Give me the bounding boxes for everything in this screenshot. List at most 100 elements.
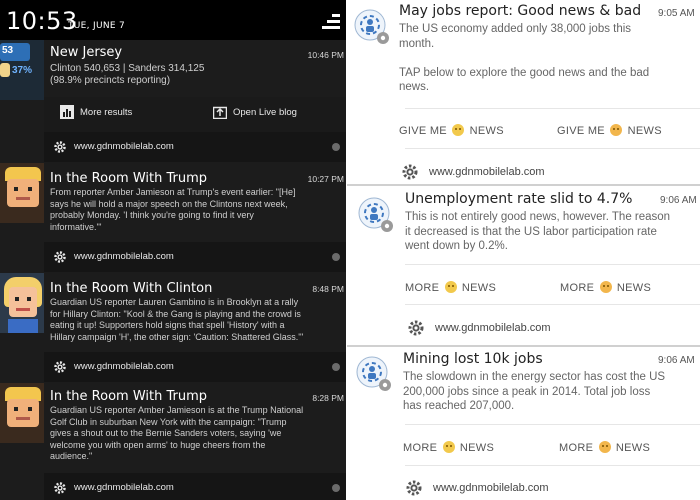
gear-icon[interactable] (401, 163, 419, 181)
notification-title: In the Room With Trump (50, 389, 208, 404)
smile-emoji-icon (444, 281, 457, 293)
body-line: informative.'" (50, 221, 102, 232)
notification-body: The US economy added only 38,000 jobs th… (399, 22, 697, 95)
body-line: for Hillary Clinton: "Kool & the Gang is… (50, 308, 301, 319)
notification-card[interactable]: In the Room With Clinton 8:48 PM Guardia… (0, 273, 346, 353)
body-line: news. (399, 81, 430, 93)
button-label: MORE (559, 442, 594, 454)
notification-body: Clinton 540,653 | Sanders 314,125 (98.9%… (50, 63, 342, 87)
body-line: audience." (50, 451, 93, 461)
app-logo-icon (356, 356, 391, 391)
date: TUE, JUNE 7 (68, 21, 126, 31)
body-line: Guardian US reporter Amber Jamieson is a… (50, 405, 304, 415)
site-url: www.gdnmobilelab.com (74, 482, 174, 493)
button-label: NEWS (616, 282, 652, 294)
divider (405, 424, 700, 425)
site-url: www.gdnmobilelab.com (74, 361, 174, 372)
results-badge-icon: 53 37% (0, 40, 44, 100)
site-url: www.gdnmobilelab.com (74, 251, 174, 262)
clear-all-icon[interactable] (322, 14, 340, 30)
button-label: GIVE ME (557, 125, 605, 137)
body-line: gives a shout out to the Bernie Sanders … (50, 428, 282, 438)
notification-time: 10:27 PM (307, 174, 344, 184)
notification-footer[interactable]: www.gdnmobilelab.com (44, 132, 346, 162)
frown-emoji-icon (610, 124, 623, 136)
good-news-button[interactable]: GIVE ME NEWS (399, 124, 504, 137)
smile-emoji-icon (452, 124, 465, 136)
body-line: Guardian US reporter Lauren Gambino is i… (50, 297, 299, 307)
button-label: MORE (403, 442, 438, 454)
body-line: Hillary campaign 'H', the other sign: 'C… (50, 331, 304, 342)
clinton-avatar-icon (0, 273, 44, 333)
notification-body: The slowdown in the energy sector has co… (403, 370, 700, 414)
site-url: www.gdnmobilelab.com (74, 141, 174, 152)
gear-icon[interactable] (53, 140, 67, 154)
bad-news-button[interactable]: GIVE ME NEWS (557, 124, 662, 137)
body-line: welcome you with open arms' to huge chee… (50, 439, 266, 450)
notification-body: This is not entirely good news, however.… (405, 210, 700, 254)
body-line: went down by 0.2%. (405, 240, 508, 252)
status-bar: 10:53 TUE, JUNE 7 (0, 0, 346, 40)
smile-emoji-icon (442, 441, 455, 453)
notification-title: New Jersey (50, 45, 123, 60)
trump-avatar-icon (0, 383, 44, 443)
gear-icon[interactable] (53, 481, 67, 495)
site-url: www.gdnmobilelab.com (435, 322, 551, 334)
notification-title: In the Room With Clinton (50, 281, 213, 296)
more-good-news-button[interactable]: MORE NEWS (405, 281, 496, 294)
body-line: The US economy added only 38,000 jobs th… (399, 23, 632, 35)
notification-body: Guardian US reporter Amber Jamieson is a… (50, 405, 342, 463)
gear-icon[interactable] (53, 250, 67, 264)
body-line: TAP below to explore the good news and t… (399, 66, 650, 79)
notification-card[interactable]: Mining lost 10k jobs 9:06 AM The slowdow… (347, 347, 700, 500)
body-line: says he will hold a major speech on the … (50, 198, 288, 209)
body-line: it decreased is that the US labor partic… (405, 225, 657, 238)
button-label: NEWS (615, 442, 651, 454)
notification-time: 10:46 PM (307, 50, 344, 60)
more-good-news-button[interactable]: MORE NEWS (403, 441, 494, 454)
divider (405, 148, 700, 149)
notification-title: May jobs report: Good news & bad (399, 3, 642, 19)
button-label: NEWS (627, 125, 662, 137)
notification-card[interactable]: Unemployment rate slid to 4.7% 9:06 AM T… (347, 186, 700, 346)
notification-time: 9:06 AM (660, 195, 697, 206)
notification-footer[interactable]: www.gdnmobilelab.com (44, 242, 346, 272)
body-line: Clinton 540,653 | Sanders 314,125 (50, 63, 205, 74)
app-logo-icon (354, 9, 389, 44)
notification-card[interactable]: In the Room With Trump 10:27 PM From rep… (0, 163, 346, 243)
bar-chart-icon (60, 105, 74, 119)
open-live-blog-button[interactable]: Open Live blog (213, 106, 297, 119)
body-line: probably Monday. 'I think you're going t… (50, 210, 254, 220)
more-bad-news-button[interactable]: MORE NEWS (559, 441, 650, 454)
trump-avatar-icon (0, 163, 44, 223)
divider (405, 465, 700, 466)
notification-footer[interactable]: www.gdnmobilelab.com (44, 352, 346, 382)
notification-footer[interactable]: www.gdnmobilelab.com (44, 473, 346, 500)
notification-card[interactable]: May jobs report: Good news & bad 9:05 AM… (347, 0, 700, 185)
app-dot-icon (332, 363, 340, 371)
notification-time: 9:06 AM (658, 355, 695, 366)
notification-card[interactable]: In the Room With Trump 8:28 PM Guardian … (0, 383, 346, 473)
gear-icon[interactable] (405, 479, 423, 497)
badge-percent: 37% (12, 65, 33, 76)
more-results-button[interactable]: More results (60, 105, 133, 119)
app-dot-icon (332, 253, 340, 261)
app-logo-icon (358, 197, 393, 232)
site-url: www.gdnmobilelab.com (429, 166, 545, 178)
notification-title: Mining lost 10k jobs (403, 351, 543, 367)
more-results-label: More results (80, 107, 133, 118)
gear-icon[interactable] (407, 319, 425, 337)
divider (405, 108, 700, 109)
button-label: MORE (405, 282, 440, 294)
body-line: Golf Club in suburban New York with the … (50, 416, 287, 427)
more-bad-news-button[interactable]: MORE NEWS (560, 281, 651, 294)
app-dot-icon (332, 484, 340, 492)
open-external-icon (213, 106, 227, 119)
notification-title: Unemployment rate slid to 4.7% (405, 191, 633, 207)
light-notification-list: May jobs report: Good news & bad 9:05 AM… (347, 0, 700, 500)
notification-body: From reporter Amber Jamieson at Trump's … (50, 187, 342, 233)
body-line: (98.9% precincts reporting) (50, 75, 171, 86)
button-label: GIVE ME (399, 125, 447, 137)
body-line: has reached 207,000. (403, 400, 515, 412)
gear-icon[interactable] (53, 360, 67, 374)
